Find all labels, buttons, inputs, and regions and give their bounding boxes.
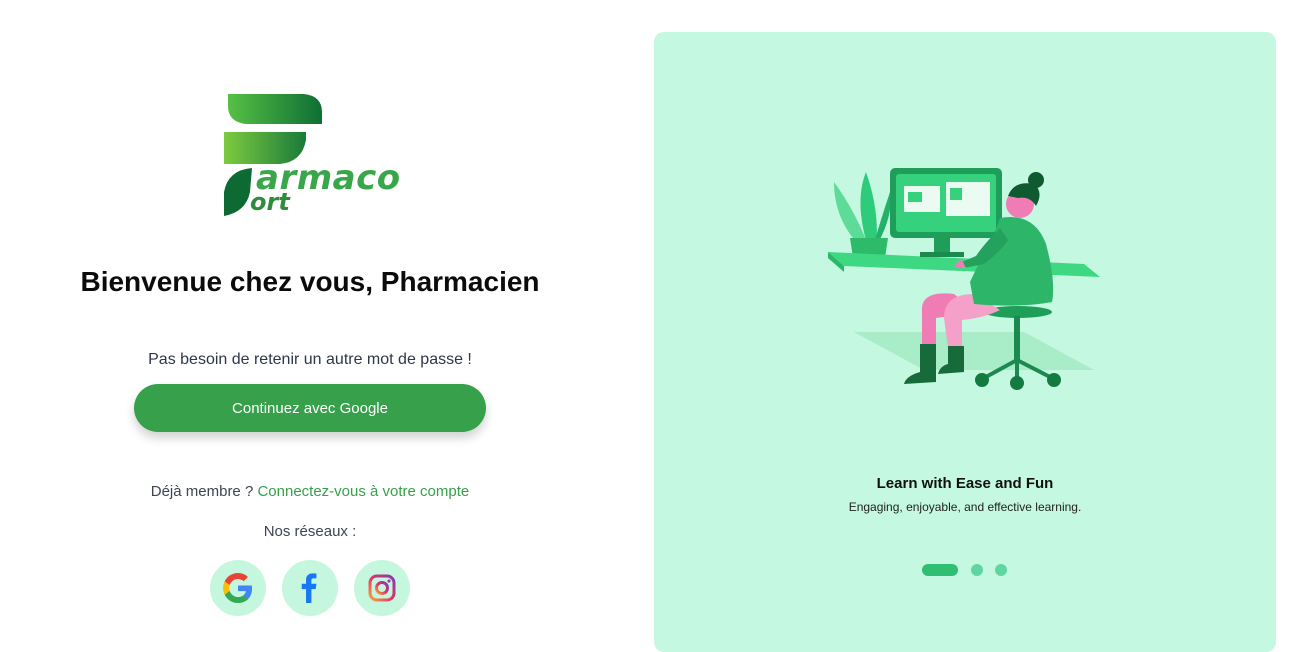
carousel-dot-2[interactable]	[971, 564, 983, 576]
login-subtitle: Pas besoin de retenir un autre mot de pa…	[148, 351, 472, 368]
carousel-subtitle: Engaging, enjoyable, and effective learn…	[848, 500, 1082, 514]
carousel-title: Learn with Ease and Fun	[876, 475, 1054, 492]
member-line: Déjà membre ? Connectez-vous à votre com…	[0, 483, 620, 500]
instagram-social-button[interactable]	[354, 560, 410, 616]
facebook-social-button[interactable]	[282, 560, 338, 616]
carousel-dot-1[interactable]	[922, 564, 958, 576]
google-social-button[interactable]	[210, 560, 266, 616]
member-prefix: Déjà membre ?	[150, 483, 254, 500]
facebook-icon	[301, 573, 317, 603]
onboarding-panel: Learn with Ease and Fun Engaging, enjoya…	[654, 32, 1276, 652]
logo-text-sub: ort	[250, 188, 290, 216]
google-login-button[interactable]: Continuez avec Google	[134, 384, 486, 432]
login-section: armaco ort Bienvenue chez vous, Pharmaci…	[0, 0, 620, 643]
carousel-dot-3[interactable]	[995, 564, 1007, 576]
google-icon	[223, 573, 253, 603]
login-link[interactable]: Connectez-vous à votre compte	[257, 483, 469, 500]
farmaco-logo	[224, 94, 322, 216]
instagram-icon	[368, 574, 396, 602]
welcome-title: Bienvenue chez vous, Pharmacien	[80, 266, 540, 297]
networks-label: Nos réseaux :	[263, 523, 357, 540]
woman-at-computer-illustration	[828, 168, 1100, 390]
